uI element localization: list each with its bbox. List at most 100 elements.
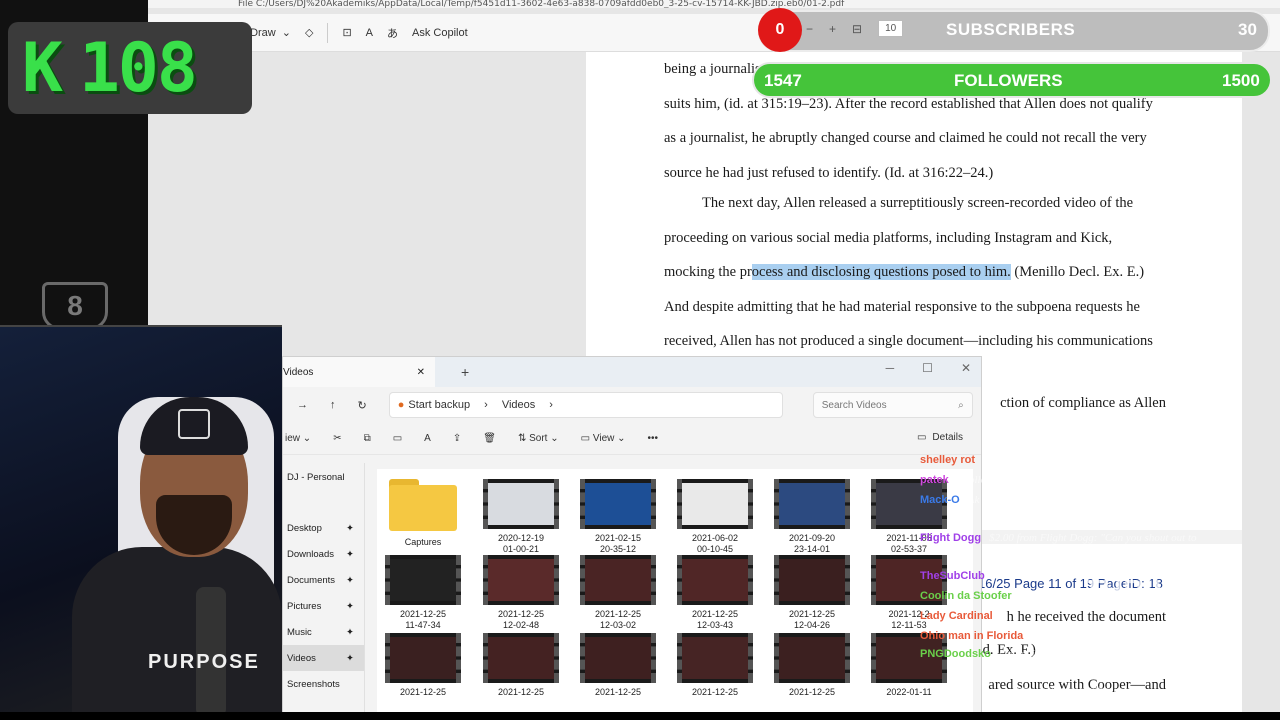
close-icon[interactable]: ✕	[417, 367, 425, 378]
chat-text: Got an ideas or wanna leave feedback? Jo…	[998, 648, 1195, 660]
paste-icon[interactable]: ▭	[393, 433, 402, 444]
video-file-item[interactable]: 2021-12-25	[481, 633, 561, 698]
share-icon[interactable]: ⇪	[453, 433, 461, 444]
text-line: proceeding on various social media platf…	[664, 229, 1113, 246]
folder-icon	[389, 479, 457, 531]
read-aloud-icon[interactable]: A	[366, 27, 373, 39]
chat-username[interactable]: PNGDoodsko	[920, 648, 991, 660]
zoom-out-icon[interactable]: −	[806, 22, 813, 36]
chat-username[interactable]: Mack-O	[920, 494, 960, 506]
chat-message: Unc streamer from Unc"	[920, 548, 1270, 560]
shirt-print: PURPOSE	[148, 651, 260, 673]
details-button[interactable]: ▭ Details	[917, 432, 963, 443]
minimize-icon[interactable]: ─	[886, 361, 895, 375]
video-file-item[interactable]: 2021-12-25 12-02-48	[481, 555, 561, 631]
translate-icon[interactable]: あ	[387, 25, 398, 41]
start-backup-button[interactable]: ● Start backup	[398, 399, 470, 411]
explorer-address-bar[interactable]: ● Start backup › Videos ›	[388, 392, 783, 418]
video-thumbnail-icon	[580, 479, 656, 529]
chat-username[interactable]: Ohio man in Florida	[920, 630, 1023, 642]
file-name: 2021-12-25 12-03-43	[691, 609, 739, 630]
rename-icon[interactable]: A	[424, 433, 431, 444]
follower-count: 1547	[764, 71, 802, 90]
sidebar-item-desktop[interactable]: Desktop ✦	[283, 515, 364, 541]
pin-icon: ✦	[346, 600, 354, 612]
video-file-item[interactable]: 2020-12-19 01-00-21	[481, 479, 561, 555]
file-name: 2021-12-25	[594, 687, 642, 697]
up-arrow-icon[interactable]: ↑	[330, 399, 336, 411]
page-number-input[interactable]: 10	[878, 20, 904, 37]
copy-icon[interactable]: ⧉	[364, 433, 371, 444]
zoom-in-icon[interactable]: +	[829, 22, 836, 36]
file-name: 2021-02-15 20-35-12	[594, 533, 642, 554]
new-button[interactable]: iew ⌄	[285, 433, 311, 444]
video-file-item[interactable]: 2021-12-25 12-03-43	[675, 555, 755, 631]
chat-username[interactable]: patek	[920, 474, 949, 486]
refresh-icon[interactable]: ↻	[358, 399, 367, 412]
video-file-item[interactable]: 2021-12-25 11-47-34	[383, 555, 463, 631]
new-tab-button[interactable]: +	[461, 364, 469, 380]
eraser-icon[interactable]: ◇	[305, 26, 313, 39]
ask-copilot-button[interactable]: Ask Copilot	[412, 27, 468, 39]
pin-icon: ✦	[346, 574, 354, 586]
search-placeholder: Search Videos	[821, 399, 887, 411]
chat-username[interactable]: Coolin da Stoofer	[920, 590, 1012, 602]
video-file-item[interactable]: 2021-12-25	[675, 633, 755, 698]
sidebar-item-screenshots[interactable]: Screenshots	[283, 671, 364, 697]
video-file-item[interactable]: 2021-12-25 12-04-26	[772, 555, 852, 631]
chat-username[interactable]: TheSubClub	[920, 570, 985, 582]
delete-icon[interactable]: 🗑	[483, 433, 496, 444]
tab-videos[interactable]: Videos ✕	[283, 357, 435, 387]
video-file-item[interactable]: 2021-12-25	[578, 633, 658, 698]
fit-page-icon[interactable]: ⊟	[852, 22, 862, 36]
video-file-item[interactable]: 2021-12-25 12-03-02	[578, 555, 658, 631]
sidebar-item-pictures[interactable]: Pictures ✦	[283, 593, 364, 619]
chat-username[interactable]: Lady Cardinal	[920, 610, 993, 622]
highlighted-text[interactable]: ocess and disclosing questions posed to …	[751, 264, 1011, 280]
text-segment: mocking the pr	[664, 264, 752, 280]
video-file-item[interactable]: 2021-06-02 00-10-45	[675, 479, 755, 555]
video-file-item[interactable]: 2021-12-25	[383, 633, 463, 698]
sidebar-item-personal[interactable]: DJ - Personal	[283, 463, 364, 491]
view-button[interactable]: ▭ View ⌄	[581, 433, 626, 444]
k-count: 108	[78, 28, 198, 108]
video-thumbnail-icon	[677, 479, 753, 529]
search-input[interactable]: Search Videos ⌕	[812, 392, 973, 418]
video-file-item[interactable]: 2021-12-25	[772, 633, 852, 698]
text-box-icon[interactable]: ⊡	[342, 26, 351, 39]
sidebar-item-videos[interactable]: Videos ✦	[283, 645, 364, 671]
chat-username[interactable]: Flight Dogg	[920, 532, 981, 544]
chat-message: Ohio man in Florida Big Heads Ak	[920, 630, 1270, 642]
sidebar-item-label: Screenshots	[287, 678, 340, 690]
toolbar-divider	[327, 22, 329, 43]
chat-username[interactable]: shelley rot	[920, 454, 975, 466]
sidebar-item-label: Documents	[287, 574, 336, 586]
chat-message: Lady Cardinal	[920, 610, 1270, 622]
video-file-item[interactable]: 2021-09-20 23-14-01	[772, 479, 852, 555]
sort-button[interactable]: ⇅ Sort ⌄	[518, 433, 559, 444]
file-name: 2021-12-25	[399, 687, 447, 697]
sidebar-item-label: Videos	[287, 652, 316, 664]
forward-arrow-icon[interactable]: →	[297, 399, 308, 411]
file-name: 2021-09-20 23-14-01	[788, 533, 836, 554]
pin-icon: ✦	[346, 626, 354, 638]
video-thumbnail-icon	[580, 555, 656, 605]
chat-text: don't start crying in your lips AK	[983, 454, 1129, 466]
more-icon[interactable]: •••	[648, 433, 659, 444]
cut-icon[interactable]: ✂	[333, 433, 341, 444]
video-thumbnail-icon	[483, 555, 559, 605]
file-explorer-window: Videos ✕ + ─ ☐ ✕ → ↑ ↻ ● Start backup › …	[282, 356, 982, 720]
video-file-item[interactable]: 2021-02-15 20-35-12	[578, 479, 658, 555]
maximize-icon[interactable]: ☐	[922, 361, 933, 375]
subscriber-count: 0	[758, 8, 802, 52]
sidebar-item-music[interactable]: Music ✦	[283, 619, 364, 645]
sidebar-item-downloads[interactable]: Downloads ✦	[283, 541, 364, 567]
sidebar-item-documents[interactable]: Documents ✦	[283, 567, 364, 593]
address-bar[interactable]: File C:/Users/DJ%20Akademiks/AppData/Loc…	[148, 0, 1280, 8]
folder-item[interactable]: Captures	[383, 479, 463, 548]
close-icon[interactable]: ✕	[961, 361, 971, 375]
breadcrumb-videos[interactable]: Videos	[502, 399, 535, 411]
chat-message: PNGDoodsko Got an ideas or wanna leave fe…	[920, 648, 1270, 660]
file-name: 2021-12-25 12-02-48	[497, 609, 545, 630]
